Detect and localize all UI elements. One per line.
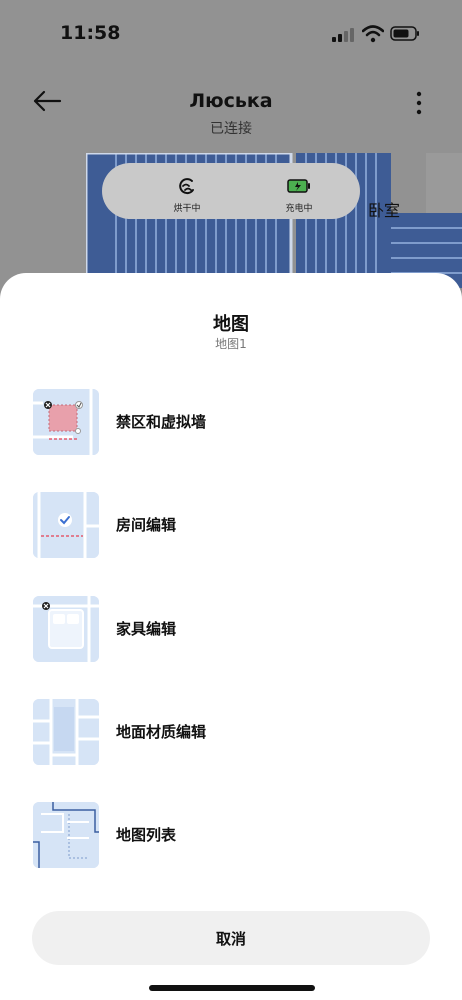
connection-status: 已连接 [210,121,252,137]
battery-icon [390,26,419,41]
device-status-pill: 烘干中 充电中 [102,163,360,219]
drying-label: 烘干中 [173,204,201,214]
menu-item-furniture-edit[interactable]: 家具编辑 [0,596,462,676]
device-name: Люська [189,90,273,112]
room-edit-icon [33,492,99,558]
cellular-signal-icon [332,28,354,42]
menu-item-label: 地面材质编辑 [116,723,207,741]
menu-item-no-go-zones[interactable]: 禁区和虚拟墙 [0,389,462,469]
charging-status: 充电中 [254,163,344,219]
menu-item-map-list[interactable]: 地图列表 [0,802,462,882]
map-list-icon [33,802,99,868]
sheet-title: 地图 [213,314,249,335]
menu-item-room-edit[interactable]: 房间编辑 [0,492,462,572]
top-navigation: Люська 已连接 [0,82,462,142]
status-bar: 11:58 [0,0,462,66]
drying-icon [179,178,194,195]
charging-battery-icon [287,179,310,193]
cancel-button[interactable]: 取消 [32,911,430,965]
menu-item-label: 禁区和虚拟墙 [116,413,207,431]
room-label: 卧室 [368,201,401,220]
drying-status: 烘干中 [142,163,232,219]
no-go-zone-icon [33,389,99,455]
cancel-button-label: 取消 [215,930,246,948]
home-indicator [149,985,315,991]
menu-item-floor-material-edit[interactable]: 地面材质编辑 [0,699,462,779]
floor-material-icon [33,699,99,765]
status-time: 11:58 [60,22,121,44]
menu-item-label: 房间编辑 [116,516,177,534]
map-bottom-sheet: 地图 地图1 禁区和虚拟墙 房间编辑 家具编辑 地面材质编辑 地图列表 取消 [0,273,462,1000]
menu-item-label: 家具编辑 [116,620,177,638]
more-options-icon[interactable] [408,90,430,116]
menu-item-label: 地图列表 [116,826,177,844]
sheet-subtitle: 地图1 [215,337,247,351]
furniture-edit-icon [33,596,99,662]
charging-label: 充电中 [285,204,313,214]
wifi-icon [362,25,384,43]
